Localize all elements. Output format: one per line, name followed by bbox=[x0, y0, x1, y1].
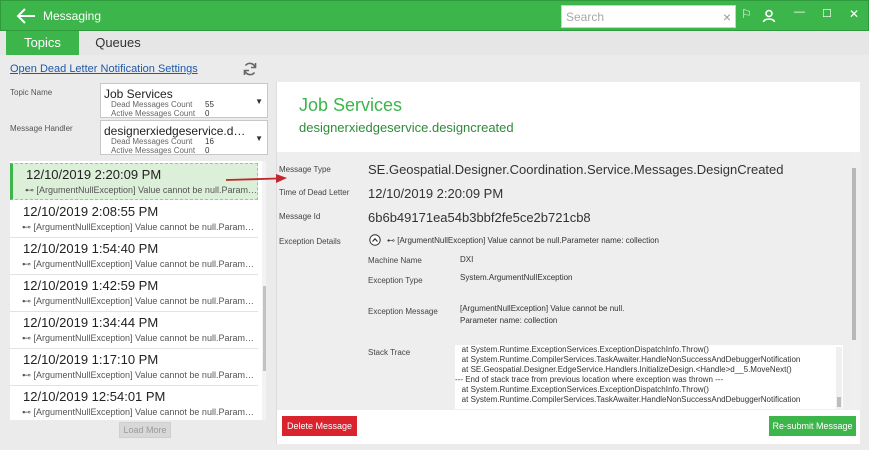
machine-name-label: Machine Name bbox=[368, 256, 422, 265]
clear-search-icon[interactable]: × bbox=[723, 9, 731, 25]
active-count-value: 0 bbox=[205, 109, 210, 118]
message-detail-panel: Job Services designerxiedgeservice.desig… bbox=[276, 82, 861, 444]
stack-trace-scrollbar[interactable] bbox=[836, 347, 842, 409]
list-item[interactable]: 12/10/2019 1:17:10 PM ⊷ [ArgumentNullExc… bbox=[10, 349, 258, 386]
list-item[interactable]: 12/10/2019 2:08:55 PM ⊷ [ArgumentNullExc… bbox=[10, 201, 258, 238]
tab-topics[interactable]: Topics bbox=[6, 31, 79, 55]
detail-scrollbar[interactable] bbox=[850, 152, 858, 410]
message-type-label: Message Type bbox=[279, 165, 331, 174]
dead-count-value: 55 bbox=[205, 100, 214, 109]
flag-icon[interactable]: ⚐ bbox=[741, 7, 752, 21]
stack-trace-line: at System.Runtime.CompilerServices.TaskA… bbox=[455, 395, 801, 404]
stack-trace-line: --- End of stack trace from previous loc… bbox=[455, 375, 724, 384]
annotation-arrow-icon bbox=[226, 174, 287, 183]
scrollbar-thumb[interactable] bbox=[263, 286, 266, 371]
app-title: Messaging bbox=[43, 9, 102, 23]
message-error: ⊷ [ArgumentNullException] Value cannot b… bbox=[25, 185, 257, 195]
detail-fields: Message Type SE.Geospatial.Designer.Coor… bbox=[277, 152, 861, 410]
exception-details-label: Exception Details bbox=[279, 237, 341, 246]
exception-type-value: System.ArgumentNullException bbox=[460, 273, 573, 282]
maximize-icon[interactable]: ☐ bbox=[822, 7, 832, 20]
exception-message-line: Parameter name: collection bbox=[460, 316, 558, 325]
topic-select-value: Job Services bbox=[104, 87, 173, 101]
message-error: ⊷ [ArgumentNullException] Value cannot b… bbox=[22, 296, 254, 306]
collapse-icon[interactable] bbox=[369, 234, 381, 246]
message-time: 12/10/2019 1:17:10 PM bbox=[23, 352, 159, 367]
message-time: 12/10/2019 1:42:59 PM bbox=[23, 278, 159, 293]
stack-trace-box[interactable]: at System.Runtime.ExceptionServices.Exce… bbox=[455, 345, 843, 409]
scrollbar-thumb[interactable] bbox=[852, 168, 856, 340]
exception-summary: ⊷ [ArgumentNullException] Value cannot b… bbox=[387, 236, 659, 245]
stack-trace-label: Stack Trace bbox=[368, 348, 411, 357]
stack-trace-line: at System.Runtime.CompilerServices.TaskA… bbox=[455, 355, 801, 364]
topic-select[interactable]: Job Services Dead Messages Count 55 Acti… bbox=[100, 83, 268, 118]
list-item[interactable]: 12/10/2019 1:42:59 PM ⊷ [ArgumentNullExc… bbox=[10, 275, 258, 312]
detail-topic-title: Job Services bbox=[299, 95, 403, 115]
active-count-label: Active Messages Count bbox=[111, 109, 196, 118]
chevron-down-icon: ▼ bbox=[255, 97, 263, 106]
message-error: ⊷ [ArgumentNullException] Value cannot b… bbox=[22, 333, 254, 343]
stack-trace-line: at System.Runtime.ExceptionServices.Exce… bbox=[455, 345, 709, 354]
message-error: ⊷ [ArgumentNullException] Value cannot b… bbox=[22, 407, 254, 417]
active-count-value: 0 bbox=[205, 146, 210, 155]
handler-select-value: designerxiedgeservice.designcreated bbox=[104, 124, 246, 138]
message-list-scrollbar[interactable] bbox=[262, 161, 266, 420]
close-icon[interactable]: ✕ bbox=[849, 7, 859, 21]
topics-panel: Open Dead Letter Notification Settings T… bbox=[6, 55, 271, 444]
delete-message-button[interactable]: Delete Message bbox=[282, 416, 357, 436]
message-error: ⊷ [ArgumentNullException] Value cannot b… bbox=[22, 370, 254, 380]
message-error: ⊷ [ArgumentNullException] Value cannot b… bbox=[22, 259, 254, 269]
list-item[interactable]: 12/10/2019 2:20:09 PM ⊷ [ArgumentNullExc… bbox=[10, 163, 258, 200]
time-value: 12/10/2019 2:20:09 PM bbox=[368, 186, 504, 201]
exception-message-line: [ArgumentNullException] Value cannot be … bbox=[460, 304, 625, 313]
message-id-value: 6b6b49171ea54b3bbf2fe5ce2b721cb8 bbox=[368, 210, 591, 225]
machine-name-value: DXI bbox=[460, 255, 474, 264]
back-arrow-icon[interactable] bbox=[16, 8, 36, 24]
user-icon[interactable] bbox=[762, 9, 776, 23]
dead-count-value: 16 bbox=[205, 137, 214, 146]
message-error: ⊷ [ArgumentNullException] Value cannot b… bbox=[22, 222, 254, 232]
message-time: 12/10/2019 2:08:55 PM bbox=[23, 204, 159, 219]
list-item[interactable]: 12/10/2019 12:54:01 PM ⊷ [ArgumentNullEx… bbox=[10, 386, 258, 420]
refresh-icon[interactable] bbox=[242, 61, 258, 77]
stack-trace-line: at SE.Geospatial.Designer.EdgeService.Ha… bbox=[455, 365, 792, 374]
list-item[interactable]: 12/10/2019 1:54:40 PM ⊷ [ArgumentNullExc… bbox=[10, 238, 258, 275]
exception-type-label: Exception Type bbox=[368, 276, 423, 285]
message-time: 12/10/2019 2:20:09 PM bbox=[26, 167, 162, 182]
exception-message-label: Exception Message bbox=[368, 307, 438, 316]
chevron-down-icon: ▼ bbox=[255, 134, 263, 143]
minimize-icon[interactable]: — bbox=[794, 6, 805, 18]
message-type-value: SE.Geospatial.Designer.Coordination.Serv… bbox=[368, 162, 784, 177]
message-time: 12/10/2019 1:54:40 PM bbox=[23, 241, 159, 256]
dead-letter-settings-link[interactable]: Open Dead Letter Notification Settings bbox=[10, 63, 198, 75]
title-bar: Messaging × ⚐ — ☐ ✕ bbox=[0, 0, 869, 31]
load-more-button[interactable]: Load More bbox=[119, 422, 171, 438]
message-id-label: Message Id bbox=[279, 212, 321, 221]
scrollbar-thumb[interactable] bbox=[837, 397, 841, 407]
resubmit-message-button[interactable]: Re-submit Message bbox=[769, 416, 856, 436]
topic-name-label: Topic Name bbox=[10, 88, 53, 97]
search-input[interactable] bbox=[562, 6, 712, 27]
list-item[interactable]: 12/10/2019 1:34:44 PM ⊷ [ArgumentNullExc… bbox=[10, 312, 258, 349]
message-time: 12/10/2019 1:34:44 PM bbox=[23, 315, 159, 330]
time-label: Time of Dead Letter bbox=[279, 188, 350, 197]
handler-select[interactable]: designerxiedgeservice.designcreated Dead… bbox=[100, 120, 268, 155]
message-list[interactable]: 12/10/2019 2:20:09 PM ⊷ [ArgumentNullExc… bbox=[10, 161, 266, 420]
stack-trace-line: at System.Runtime.ExceptionServices.Exce… bbox=[455, 385, 709, 394]
message-time: 12/10/2019 12:54:01 PM bbox=[23, 389, 166, 404]
tab-bar: Topics Queues bbox=[0, 31, 869, 55]
detail-handler-title: designerxiedgeservice.designcreated bbox=[299, 120, 514, 135]
tab-queues[interactable]: Queues bbox=[83, 31, 153, 55]
search-box: × bbox=[561, 5, 736, 28]
active-count-label: Active Messages Count bbox=[111, 146, 196, 155]
dead-count-label: Dead Messages Count bbox=[111, 100, 193, 109]
message-handler-label: Message Handler bbox=[10, 124, 73, 133]
dead-count-label: Dead Messages Count bbox=[111, 137, 193, 146]
